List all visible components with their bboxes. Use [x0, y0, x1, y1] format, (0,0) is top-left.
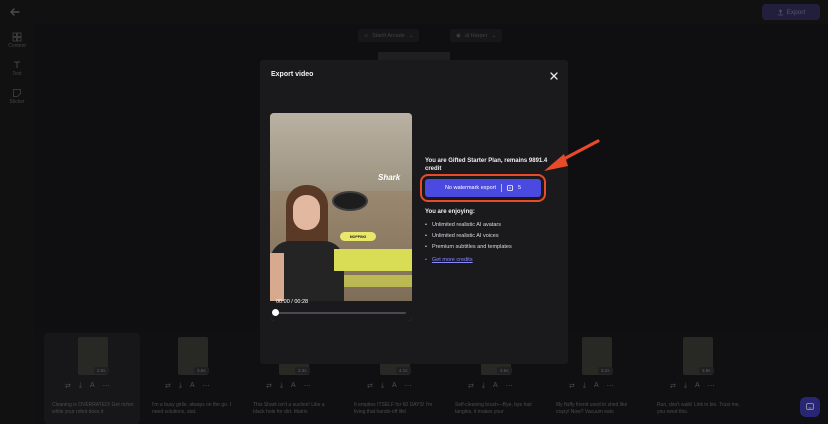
progress-knob[interactable] — [272, 309, 279, 316]
brand-logo: Shark — [378, 173, 401, 182]
list-item: Unlimited realistic AI avatars — [425, 220, 512, 231]
close-icon[interactable] — [548, 69, 560, 81]
button-cost: 5 — [517, 185, 522, 191]
modal-title: Export video — [271, 71, 314, 78]
mopping-tag: MOPPING — [340, 232, 376, 241]
credit-icon — [507, 185, 513, 191]
export-video-modal: Export video Shark MOPPING 00:00 / 00:28… — [260, 60, 568, 364]
button-label: No watermark export — [444, 185, 496, 191]
sticker-stripe — [334, 249, 412, 271]
no-watermark-export-button[interactable]: No watermark export 5 — [420, 174, 546, 202]
divider — [500, 184, 502, 192]
sticker-stripe — [344, 275, 412, 287]
list-item: Unlimited realistic AI voices — [425, 231, 512, 242]
playback-time: 00:00 / 00:28 — [276, 299, 309, 305]
get-more-credits-link[interactable]: Get more credits — [425, 257, 473, 263]
benefits-list: Unlimited realistic AI avatars Unlimited… — [425, 220, 512, 253]
progress-track[interactable] — [276, 312, 406, 314]
avatar-arm — [270, 253, 284, 303]
video-preview[interactable]: Shark MOPPING 00:00 / 00:28 — [270, 113, 412, 321]
list-item: Premium subtitles and templates — [425, 242, 512, 253]
plan-status: You are Gifted Starter Plan, remains 989… — [425, 158, 548, 172]
robot-vacuum — [332, 191, 368, 211]
annotation-arrow-icon — [544, 139, 600, 171]
avatar-face — [293, 195, 320, 230]
enjoying-heading: You are enjoying: — [425, 209, 475, 215]
